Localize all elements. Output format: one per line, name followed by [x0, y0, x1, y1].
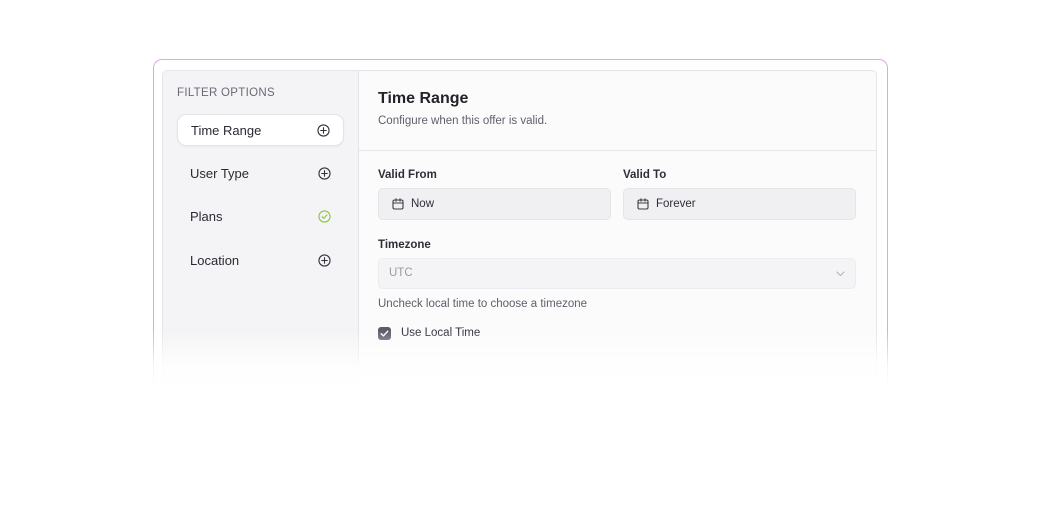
- use-local-time-label[interactable]: Use Local Time: [401, 327, 480, 339]
- check-icon: [380, 330, 389, 337]
- content-header: Time Range Configure when this offer is …: [359, 71, 876, 151]
- valid-to-label: Valid To: [623, 169, 667, 181]
- sidebar: FILTER OPTIONS Time Range User Type Plan…: [163, 71, 359, 389]
- sidebar-item-label: Location: [190, 253, 240, 268]
- calendar-icon: [637, 198, 649, 210]
- valid-from-picker[interactable]: Now: [378, 188, 611, 220]
- chevron-down-icon: [836, 271, 845, 277]
- check-circle-icon: [318, 210, 331, 223]
- sidebar-item-label: User Type: [190, 166, 250, 181]
- sidebar-heading: FILTER OPTIONS: [177, 87, 275, 99]
- sidebar-item-location[interactable]: Location: [177, 245, 344, 277]
- valid-from-value: Now: [411, 198, 435, 210]
- timezone-label: Timezone: [378, 239, 431, 251]
- sidebar-item-plans[interactable]: Plans: [177, 201, 344, 233]
- plus-circle-icon: [318, 254, 331, 267]
- page-subtitle: Configure when this offer is valid.: [378, 115, 548, 127]
- page-title: Time Range: [378, 90, 469, 107]
- sidebar-item-user-type[interactable]: User Type: [177, 158, 344, 190]
- timezone-select[interactable]: UTC: [378, 258, 856, 289]
- filter-panel: FILTER OPTIONS Time Range User Type Plan…: [162, 70, 877, 389]
- timezone-hint: Uncheck local time to choose a timezone: [378, 298, 588, 310]
- plus-circle-icon: [318, 167, 331, 180]
- valid-from-label: Valid From: [378, 169, 437, 181]
- plus-circle-icon: [317, 124, 330, 137]
- valid-to-picker[interactable]: Forever: [623, 188, 856, 220]
- calendar-icon: [392, 198, 404, 210]
- sidebar-item-label: Time Range: [191, 123, 262, 138]
- sidebar-item-time-range[interactable]: Time Range: [177, 114, 344, 146]
- main-content: Time Range Configure when this offer is …: [359, 71, 876, 389]
- sidebar-item-label: Plans: [190, 209, 223, 224]
- valid-to-value: Forever: [656, 198, 696, 210]
- timezone-value: UTC: [389, 267, 413, 279]
- use-local-time-checkbox[interactable]: [378, 327, 391, 340]
